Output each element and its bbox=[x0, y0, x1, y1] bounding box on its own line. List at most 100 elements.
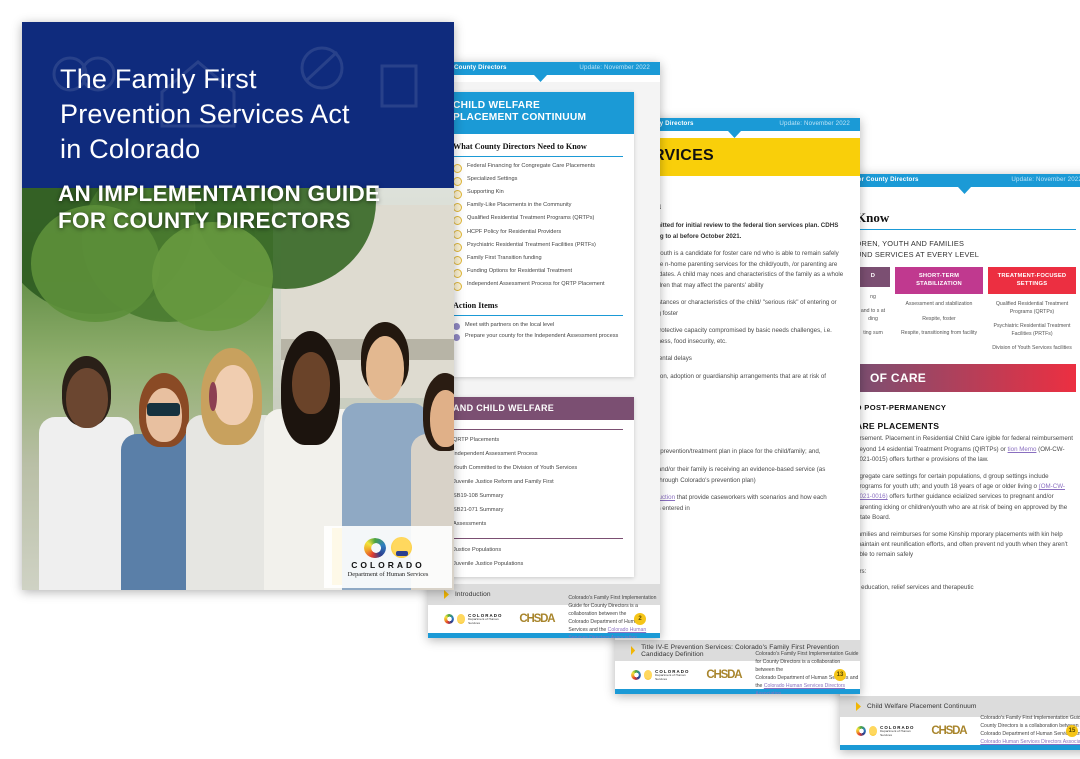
footer-logo-dept: Department of Human Services bbox=[655, 672, 686, 681]
list-item[interactable]: Supporting Kin bbox=[442, 188, 634, 201]
list-item[interactable]: HCPF Policy for Residential Providers bbox=[442, 227, 634, 240]
list-item[interactable]: Qualified Residential Treatment Programs… bbox=[442, 214, 634, 227]
bullet-icon bbox=[453, 163, 462, 173]
table-cell-2-3: Respite, transitioning from facility bbox=[900, 330, 978, 337]
page3-footer-main: COLORADO Department of Human Services CHS… bbox=[615, 651, 860, 694]
cover-title-line3: in Colorado bbox=[60, 134, 201, 165]
cover-subtitle-line2: FOR COUNTY DIRECTORS bbox=[58, 208, 351, 234]
list-item-label: Qualified Residential Treatment Programs… bbox=[467, 215, 595, 222]
list-item[interactable]: SB19-108 Summary bbox=[442, 490, 634, 504]
page3-paragraph-5: Developmental delays bbox=[631, 355, 692, 363]
list-item[interactable]: Psychiatric Residential Treatment Facili… bbox=[442, 240, 634, 253]
tree-shape bbox=[151, 222, 273, 331]
list-item[interactable]: Justice Populations bbox=[442, 543, 634, 557]
list-item[interactable]: Assessments bbox=[442, 518, 634, 532]
bullet-icon bbox=[453, 190, 462, 200]
page-child-welfare-placement-continuum[interactable]: e for County Directors Update: November … bbox=[840, 174, 1080, 750]
list-item[interactable]: Juvenile Justice Populations bbox=[442, 557, 634, 571]
footer-logo-dept: Department of Human Services bbox=[468, 616, 499, 625]
list-item[interactable]: Youth Committed to the Division of Youth… bbox=[442, 462, 634, 476]
list-item-label: Funding Options for Residential Treatmen… bbox=[467, 268, 573, 275]
card1-item-list: Federal Financing for Congregate Care Pl… bbox=[442, 161, 634, 293]
table-cell-1-1: ng bbox=[870, 293, 876, 300]
cover-logo-name: COLORADO bbox=[351, 559, 425, 570]
table-cell-2-1: Assessment and stabilization bbox=[905, 301, 973, 308]
page4-header-notch bbox=[958, 187, 971, 194]
sun-icon bbox=[643, 670, 653, 680]
table-header-2: SHORT-TERM STABILIZATION bbox=[895, 267, 983, 295]
list-item[interactable]: Federal Financing for Congregate Care Pl… bbox=[442, 161, 634, 174]
colorado-c-icon bbox=[364, 537, 386, 558]
chsda-logo: CHSDA bbox=[519, 613, 555, 625]
bullet-icon bbox=[453, 176, 462, 186]
person-figure bbox=[39, 355, 135, 590]
action-item[interactable]: Prepare your county for the Independent … bbox=[442, 331, 634, 342]
action-item[interactable]: Meet with partners on the local level bbox=[442, 320, 634, 331]
bullet-icon bbox=[453, 256, 462, 266]
card1-section1-rule bbox=[453, 156, 623, 158]
list-item[interactable]: Funding Options for Residential Treatmen… bbox=[442, 267, 634, 280]
card1-title: CHILD WELFARE PLACEMENT CONTINUUM bbox=[442, 92, 634, 134]
footer-note-link[interactable]: Colorado Human Services Directors Associ… bbox=[755, 683, 845, 694]
page4-footer-tab[interactable]: Child Welfare Placement Continuum bbox=[840, 696, 1080, 717]
table-header-3: TREATMENT-FOCUSED SETTINGS bbox=[988, 267, 1076, 295]
colorado-logo-icon: COLORADO Department of Human Services bbox=[631, 669, 692, 681]
card1-section1-title: What County Directors Need to Know bbox=[453, 141, 587, 151]
cover-title-line2: Prevention Services Act bbox=[60, 99, 350, 130]
chsda-logo: CHSDA bbox=[931, 725, 967, 737]
list-item[interactable]: Family First Transition funding bbox=[442, 253, 634, 266]
p4-p1-link[interactable]: tion Memo bbox=[1008, 446, 1037, 453]
page4-heading-rule bbox=[856, 229, 1076, 231]
page2-footer-note: Colorado's Family First Implementation G… bbox=[568, 595, 660, 638]
page4-header-right: Update: November 2022 bbox=[1011, 176, 1080, 183]
page4-subhead-1: D POST-PERMANENCY bbox=[856, 403, 947, 413]
card-and-child-welfare: AND CHILD WELFARE QRTP Placements Indepe… bbox=[442, 397, 634, 577]
page3-then-label: en: bbox=[631, 430, 844, 441]
list-item[interactable]: Independent Assessment Process for QRTP … bbox=[442, 280, 634, 293]
person-head bbox=[365, 335, 404, 401]
card1-section2-title: Action Items bbox=[453, 301, 498, 310]
bullet-icon bbox=[453, 242, 462, 252]
page4-table-caption-line1: DREN, YOUTH AND FAMILIES bbox=[856, 239, 965, 249]
page2-footer-main: COLORADO Department of Human Services CHS… bbox=[428, 595, 660, 638]
page4-subhead-2: ARE PLACEMENTS bbox=[856, 421, 940, 432]
page4-header-left: e for County Directors bbox=[850, 176, 919, 183]
card-placement-continuum: CHILD WELFARE PLACEMENT CONTINUUM What C… bbox=[442, 92, 634, 377]
page2-body: CHILD WELFARE PLACEMENT CONTINUUM What C… bbox=[428, 82, 660, 584]
p4-p2-post: offers further guidance ecialized servic… bbox=[856, 493, 1068, 522]
card1-title-line2: PLACEMENT CONTINUUM bbox=[453, 112, 587, 124]
list-item[interactable]: QRTP Placements bbox=[442, 434, 634, 448]
list-item[interactable]: Family-Like Placements in the Community bbox=[442, 201, 634, 214]
footer-note-end: . bbox=[636, 634, 639, 638]
list-item-label: Independent Assessment Process for QRTP … bbox=[467, 281, 605, 288]
page2-page-number: 2 bbox=[634, 613, 646, 625]
arrow-right-icon bbox=[856, 702, 861, 711]
list-item[interactable]: Juvenile Justice Reform and Family First bbox=[442, 476, 634, 490]
list-item[interactable]: SB21-071 Summary bbox=[442, 504, 634, 518]
card2-rule-top bbox=[453, 429, 623, 430]
action-item-label: Prepare your county for the Independent … bbox=[465, 333, 619, 340]
list-item-label: Federal Financing for Congregate Care Pl… bbox=[467, 162, 596, 169]
sun-icon bbox=[868, 726, 878, 736]
sun-icon bbox=[456, 614, 466, 624]
page-introduction[interactable]: e for County Directors Update: November … bbox=[428, 62, 660, 638]
footer-note-end: . bbox=[781, 690, 783, 694]
list-item-label: Psychiatric Residential Treatment Facili… bbox=[467, 241, 596, 248]
footer-note-link[interactable]: Colorado Human Services Directors Associ… bbox=[980, 739, 1080, 745]
page3-heading: nition bbox=[631, 198, 844, 213]
table-cell-2-2: Respite, foster bbox=[922, 315, 956, 322]
card1-title-line1: CHILD WELFARE bbox=[453, 100, 541, 111]
table-header-1: D bbox=[856, 267, 890, 287]
page4-paragraph-5: a education, relief services and therape… bbox=[856, 584, 974, 592]
page3-condition-1: There is a prevention/treatment plan in … bbox=[631, 448, 821, 456]
page3-condition-2: The child and/or their family is receivi… bbox=[631, 465, 826, 484]
card1-section2-rule bbox=[453, 315, 623, 317]
table-column-2: SHORT-TERM STABILIZATION Assessment and … bbox=[895, 267, 983, 352]
list-item[interactable]: Specialized Settings bbox=[442, 174, 634, 187]
person-head bbox=[212, 364, 253, 426]
table-column-1: D ng and to s at ding ting sum bbox=[856, 267, 890, 352]
list-item[interactable]: Independent Assessment Process bbox=[442, 448, 634, 462]
person-head bbox=[430, 390, 454, 447]
page-cover[interactable]: The Family First Prevention Services Act… bbox=[22, 22, 454, 590]
page4-gradient-band: OF CARE bbox=[856, 364, 1076, 393]
